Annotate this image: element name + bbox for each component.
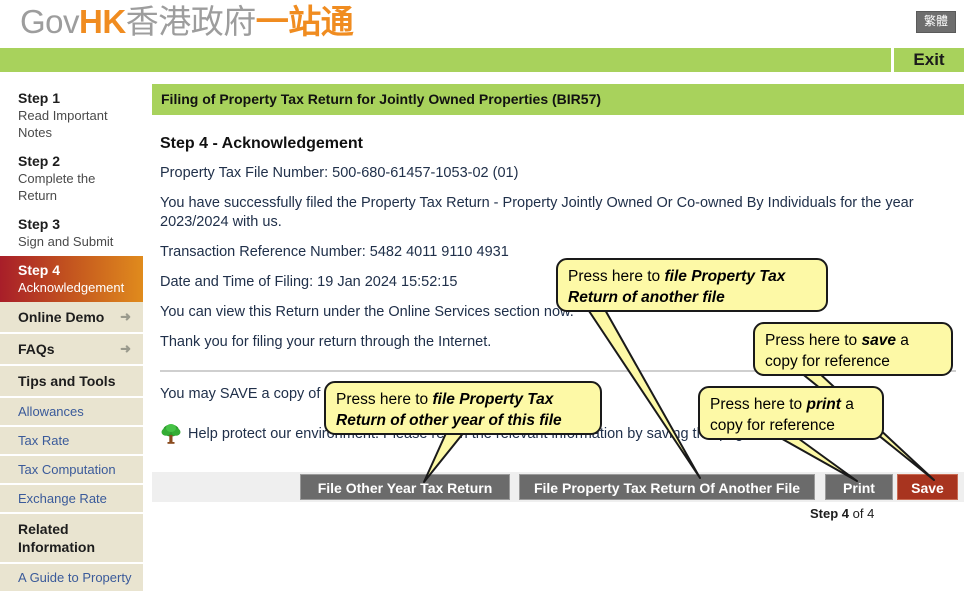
sidebar-step-4-title: Step 4 <box>18 262 61 278</box>
govhk-logo: GovHK香港政府一站通 <box>20 2 354 42</box>
callout-file-other-year: Press here to file Property Tax Return o… <box>324 381 602 435</box>
sidebar-faqs-label: FAQs <box>18 341 55 357</box>
sidebar: Step 1 Read Important Notes Step 2 Compl… <box>0 84 143 593</box>
print-button[interactable]: Print <box>825 474 893 500</box>
step-counter: Step 4 of 4 <box>810 506 874 521</box>
property-tax-file-number: Property Tax File Number: 500-680-61457-… <box>160 165 519 181</box>
sidebar-online-demo-label: Online Demo <box>18 309 105 325</box>
sidebar-item-step-2[interactable]: Step 2 Complete the Return <box>0 147 143 210</box>
sidebar-step-2-sub: Complete the Return <box>18 171 96 203</box>
sidebar-step-3-sub: Sign and Submit <box>18 234 114 249</box>
sidebar-item-step-1[interactable]: Step 1 Read Important Notes <box>0 84 143 147</box>
callout-other-year-pre: Press here to <box>336 391 433 408</box>
sidebar-step-3-title: Step 3 <box>18 216 61 232</box>
callout-save-pre: Press here to <box>765 332 862 349</box>
view-return-message: You can view this Return under the Onlin… <box>160 304 574 320</box>
file-other-year-tax-return-button[interactable]: File Other Year Tax Return <box>300 474 510 500</box>
logo-chinese-orange: 一站通 <box>255 3 354 40</box>
callout-print-copy: Press here to print a copy for reference <box>698 386 884 440</box>
top-nav-bar: Exit <box>0 48 964 72</box>
arrow-right-icon: ➜ <box>120 309 131 324</box>
sidebar-item-exchange-rate[interactable]: Exchange Rate <box>0 485 143 514</box>
step-heading: Step 4 - Acknowledgement <box>160 135 363 152</box>
callout-another-file-pre: Press here to <box>568 268 665 285</box>
sidebar-related-heading-label: Related Information <box>18 521 95 555</box>
page-title-banner: Filing of Property Tax Return for Jointl… <box>152 84 964 115</box>
sidebar-step-4-sub: Acknowledgement <box>18 280 125 295</box>
sidebar-heading-tips-and-tools: Tips and Tools <box>0 366 143 398</box>
page-header: GovHK香港政府一站通 繁體 <box>0 0 964 44</box>
sidebar-item-allowances[interactable]: Allowances <box>0 398 143 427</box>
sidebar-item-online-demo[interactable]: Online Demo ➜ <box>0 302 143 334</box>
logo-hk-text: HK <box>79 3 126 40</box>
date-time-of-filing: Date and Time of Filing: 19 Jan 2024 15:… <box>160 274 458 290</box>
transaction-reference-number: Transaction Reference Number: 5482 4011 … <box>160 244 509 260</box>
exit-button[interactable]: Exit <box>894 48 964 72</box>
sidebar-item-step-4[interactable]: Step 4 Acknowledgement <box>0 256 143 302</box>
sidebar-tips-heading-label: Tips and Tools <box>18 373 116 389</box>
tree-icon <box>161 424 181 444</box>
sidebar-step-1-title: Step 1 <box>18 90 61 106</box>
callout-file-another-file: Press here to file Property Tax Return o… <box>556 258 828 312</box>
save-button[interactable]: Save <box>897 474 958 500</box>
callout-save-emphasis: save <box>861 332 896 349</box>
logo-chinese-grey: 香港政府 <box>125 3 257 40</box>
step-counter-current: Step 4 <box>810 506 850 521</box>
callout-print-pre: Press here to <box>710 396 807 413</box>
sidebar-item-tax-rate[interactable]: Tax Rate <box>0 427 143 456</box>
callout-print-emphasis: print <box>806 396 841 413</box>
action-button-bar: File Other Year Tax Return File Property… <box>152 472 964 502</box>
file-property-tax-return-of-another-file-button[interactable]: File Property Tax Return Of Another File <box>519 474 815 500</box>
success-message: You have successfully filed the Property… <box>160 195 914 230</box>
sidebar-step-2-title: Step 2 <box>18 153 61 169</box>
callout-save-copy: Press here to save a copy for reference <box>753 322 953 376</box>
language-toggle-button[interactable]: 繁體 <box>915 11 956 33</box>
sidebar-item-tax-computation[interactable]: Tax Computation <box>0 456 143 485</box>
nav-bar-fill <box>0 48 891 72</box>
sidebar-item-guide-to-property[interactable]: A Guide to Property <box>0 564 143 593</box>
logo-gov-text: Gov <box>20 3 80 40</box>
sidebar-heading-related-information: Related Information <box>0 514 143 564</box>
sidebar-item-step-3[interactable]: Step 3 Sign and Submit <box>0 210 143 256</box>
arrow-right-icon: ➜ <box>120 341 131 356</box>
sidebar-step-1-sub: Read Important Notes <box>18 108 108 140</box>
step-counter-total: of 4 <box>849 506 875 521</box>
sidebar-item-faqs[interactable]: FAQs ➜ <box>0 334 143 366</box>
